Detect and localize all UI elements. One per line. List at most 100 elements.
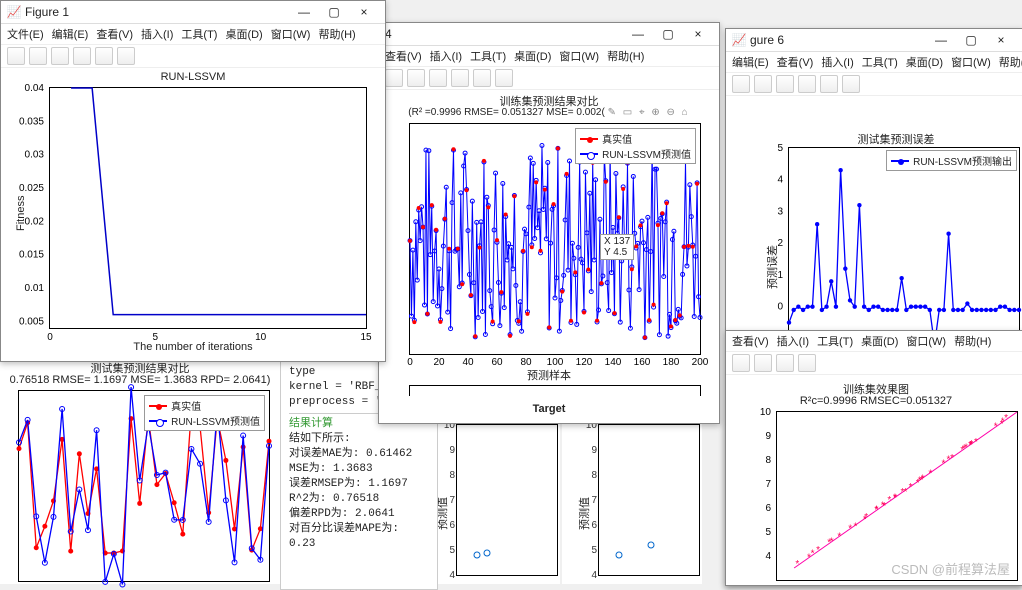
toolbar-icon[interactable] bbox=[473, 69, 491, 87]
matlab-icon: 📈 bbox=[732, 33, 746, 47]
menu-edit[interactable]: 编辑(E) bbox=[52, 26, 89, 42]
subplot-b-axes: 45678910 bbox=[598, 424, 700, 576]
minimize-button[interactable]: — bbox=[289, 5, 319, 19]
menu-view[interactable]: 查看(V) bbox=[385, 48, 422, 64]
datatip[interactable]: X 137 Y 4.5 bbox=[600, 234, 634, 260]
menu-tools[interactable]: 工具(T) bbox=[817, 333, 853, 349]
figure4-titlebar[interactable]: 4 — ▢ × bbox=[379, 23, 719, 46]
fig6-ylabel: 预测误差 bbox=[764, 245, 780, 289]
console-line: 误差RMSEP为: 1.1697 bbox=[289, 477, 429, 492]
menu-insert[interactable]: 插入(I) bbox=[777, 333, 809, 349]
menu-window[interactable]: 窗口(W) bbox=[271, 26, 311, 42]
menu-help[interactable]: 帮助(H) bbox=[954, 333, 991, 349]
svg-text:*: * bbox=[1001, 417, 1005, 428]
menu-tools[interactable]: 工具(T) bbox=[470, 48, 506, 64]
toolbar-icon[interactable] bbox=[451, 69, 469, 87]
toolbar-inline-icons[interactable]: ✎ ▭ ⌖ ⊕ ⊖ ⌂ bbox=[608, 107, 690, 118]
toolbar-icon[interactable] bbox=[754, 75, 772, 93]
menu-tools[interactable]: 工具(T) bbox=[181, 26, 217, 42]
menu-desktop[interactable]: 桌面(D) bbox=[861, 333, 898, 349]
toolbar-icon[interactable] bbox=[429, 69, 447, 87]
toolbar-icon[interactable] bbox=[798, 75, 816, 93]
figure6-titlebar[interactable]: 📈 gure 6 — ▢ × bbox=[726, 29, 1022, 52]
menu-view[interactable]: 查看(V) bbox=[777, 54, 814, 70]
menu-help[interactable]: 帮助(H) bbox=[607, 48, 644, 64]
svg-text:*: * bbox=[887, 495, 891, 506]
svg-text:10: 10 bbox=[760, 407, 772, 418]
figure6-menubar: 编辑(E) 查看(V) 插入(I) 工具(T) 桌面(D) 窗口(W) 帮助(H… bbox=[726, 52, 1022, 73]
toolbar-icon[interactable] bbox=[776, 354, 794, 372]
figure6-toolbar bbox=[726, 73, 1022, 96]
close-button[interactable]: × bbox=[683, 27, 713, 41]
svg-text:5: 5 bbox=[765, 527, 771, 538]
fig1-xlabel: The number of iterations bbox=[1, 341, 385, 353]
bl-legend-true: 真实值 bbox=[171, 398, 201, 413]
menu-desktop[interactable]: 桌面(D) bbox=[514, 48, 551, 64]
close-button[interactable]: × bbox=[349, 5, 379, 19]
svg-text:9: 9 bbox=[765, 431, 771, 442]
te-toolbar bbox=[726, 352, 1022, 375]
toolbar-icon[interactable] bbox=[95, 47, 113, 65]
toolbar-icon[interactable] bbox=[495, 69, 513, 87]
close-button[interactable]: × bbox=[986, 33, 1016, 47]
fig1-title: RUN-LSSVM bbox=[1, 71, 385, 83]
figure1-title: Figure 1 bbox=[25, 5, 69, 19]
console-line: 偏差RPD为: 2.0641 bbox=[289, 507, 429, 522]
menu-insert[interactable]: 插入(I) bbox=[141, 26, 173, 42]
datatip-y: Y 4.5 bbox=[604, 247, 630, 258]
maximize-button[interactable]: ▢ bbox=[956, 33, 986, 47]
svg-text:*: * bbox=[864, 512, 868, 523]
svg-text:*: * bbox=[928, 468, 932, 479]
fig4-stats-text: (R² =0.9996 RMSE= 0.051327 MSE= 0.002( bbox=[408, 107, 605, 118]
menu-window[interactable]: 窗口(W) bbox=[906, 333, 946, 349]
fig1-axes: 0510150.0050.010.0150.020.0250.030.0350.… bbox=[49, 87, 367, 329]
toolbar-icon[interactable] bbox=[798, 354, 816, 372]
toolbar-icon[interactable] bbox=[820, 75, 838, 93]
maximize-button[interactable]: ▢ bbox=[319, 5, 349, 19]
toolbar-icon[interactable] bbox=[117, 47, 135, 65]
menu-desktop[interactable]: 桌面(D) bbox=[906, 54, 943, 70]
svg-text:*: * bbox=[946, 454, 950, 465]
svg-text:*: * bbox=[1004, 413, 1008, 424]
figure1-titlebar[interactable]: 📈 Figure 1 — ▢ × bbox=[1, 1, 385, 24]
te-menubar: 查看(V) 插入(I) 工具(T) 桌面(D) 窗口(W) 帮助(H) bbox=[726, 331, 1022, 352]
menu-help[interactable]: 帮助(H) bbox=[999, 54, 1022, 70]
svg-text:0.025: 0.025 bbox=[19, 183, 44, 194]
menu-desktop[interactable]: 桌面(D) bbox=[225, 26, 262, 42]
toolbar-icon[interactable] bbox=[7, 47, 25, 65]
menu-window[interactable]: 窗口(W) bbox=[559, 48, 599, 64]
figure1-menubar: 文件(E) 编辑(E) 查看(V) 插入(I) 工具(T) 桌面(D) 窗口(W… bbox=[1, 24, 385, 45]
toolbar-icon[interactable] bbox=[732, 75, 750, 93]
menu-help[interactable]: 帮助(H) bbox=[318, 26, 355, 42]
toolbar-icon[interactable] bbox=[73, 47, 91, 65]
menu-insert[interactable]: 插入(I) bbox=[821, 54, 853, 70]
toolbar-icon[interactable] bbox=[51, 47, 69, 65]
menu-window[interactable]: 窗口(W) bbox=[951, 54, 991, 70]
console-line: R^2为: 0.76518 bbox=[289, 492, 429, 507]
maximize-button[interactable]: ▢ bbox=[653, 27, 683, 41]
svg-text:*: * bbox=[837, 532, 841, 543]
toolbar-icon[interactable] bbox=[776, 75, 794, 93]
toolbar-icon[interactable] bbox=[385, 69, 403, 87]
fig4-stats: (R² =0.9996 RMSE= 0.051327 MSE= 0.002( ✎… bbox=[379, 107, 719, 118]
menu-view[interactable]: 查看(V) bbox=[96, 26, 133, 42]
toolbar-icon[interactable] bbox=[29, 47, 47, 65]
svg-text:*: * bbox=[974, 437, 978, 448]
figure4-toolbar bbox=[379, 67, 719, 90]
menu-tools[interactable]: 工具(T) bbox=[862, 54, 898, 70]
menu-view[interactable]: 查看(V) bbox=[732, 333, 769, 349]
menu-insert[interactable]: 插入(I) bbox=[430, 48, 462, 64]
toolbar-icon[interactable] bbox=[754, 354, 772, 372]
watermark: CSDN @前程算法屋 bbox=[891, 559, 1010, 578]
minimize-button[interactable]: — bbox=[623, 27, 653, 41]
figure4-title: 4 bbox=[385, 27, 392, 41]
toolbar-icon[interactable] bbox=[407, 69, 425, 87]
toolbar-icon[interactable] bbox=[842, 75, 860, 93]
bl-legend-pred: RUN-LSSVM预测值 bbox=[171, 413, 260, 428]
svg-text:0.035: 0.035 bbox=[19, 116, 44, 127]
menu-file[interactable]: 文件(E) bbox=[7, 26, 44, 42]
toolbar-icon[interactable] bbox=[732, 354, 750, 372]
minimize-button[interactable]: — bbox=[926, 33, 956, 47]
svg-text:0.005: 0.005 bbox=[19, 316, 44, 327]
menu-edit[interactable]: 编辑(E) bbox=[732, 54, 769, 70]
